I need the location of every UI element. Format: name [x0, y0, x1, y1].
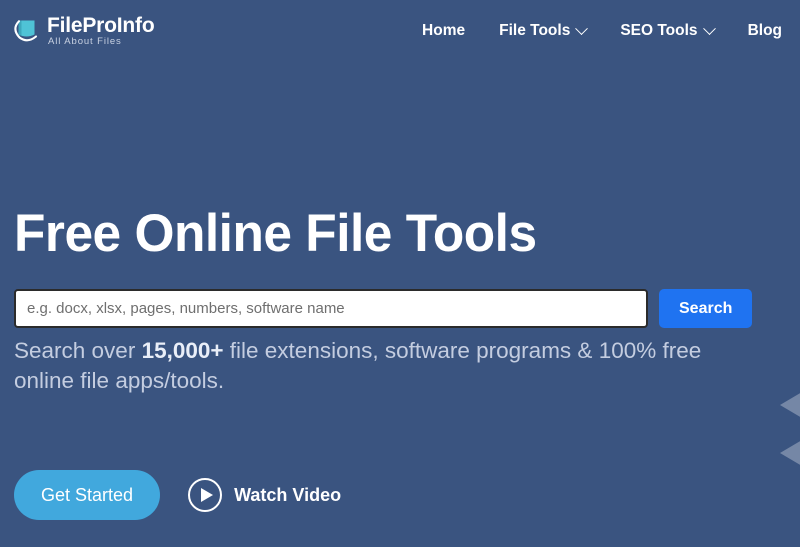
page-title: Free Online File Tools: [14, 204, 537, 263]
hero-subtitle-part1: Search over: [14, 338, 142, 363]
cta-row: Get Started Watch Video: [14, 470, 341, 520]
nav-item-label: Blog: [747, 22, 782, 39]
search-form: Search: [14, 289, 753, 328]
brand-logo-link[interactable]: FileProInfo All About Files: [10, 14, 155, 48]
nav-item-file-tools[interactable]: File Tools: [499, 21, 589, 40]
nav-item-label: File Tools: [499, 22, 571, 39]
nav-item-seo-tools[interactable]: SEO Tools: [620, 21, 716, 40]
hero-subtitle: Search over 15,000+ file extensions, sof…: [14, 336, 754, 395]
nav-item-label: SEO Tools: [620, 22, 698, 39]
nav-item-home[interactable]: Home: [422, 22, 465, 40]
main-navigation: Home File Tools SEO Tools Blog: [422, 21, 782, 40]
site-header: FileProInfo All About Files Home File To…: [0, 0, 800, 62]
hero-subtitle-highlight: 15,000+: [141, 338, 224, 363]
search-button[interactable]: Search: [659, 289, 753, 328]
brand-name: FileProInfo: [47, 14, 155, 38]
hero-section: Free Online File Tools: [14, 206, 774, 261]
decorative-arrows: [772, 392, 800, 502]
brand-text: FileProInfo All About Files: [47, 14, 155, 48]
chevron-left-triangle-icon: [780, 440, 800, 466]
watch-video-link[interactable]: Watch Video: [188, 478, 341, 512]
chevron-left-triangle-icon: [780, 392, 800, 418]
brand-tagline: All About Files: [48, 36, 122, 48]
watch-video-label: Watch Video: [234, 484, 342, 505]
chevron-down-icon: [702, 21, 716, 35]
play-triangle-icon: [200, 488, 213, 502]
play-circle-icon: [188, 478, 223, 512]
chevron-down-icon: [575, 21, 589, 35]
file-page-icon: [10, 17, 40, 45]
get-started-button[interactable]: Get Started: [14, 470, 161, 520]
nav-item-blog[interactable]: Blog: [748, 22, 782, 40]
search-input[interactable]: [14, 289, 648, 328]
nav-item-label: Home: [422, 22, 466, 39]
